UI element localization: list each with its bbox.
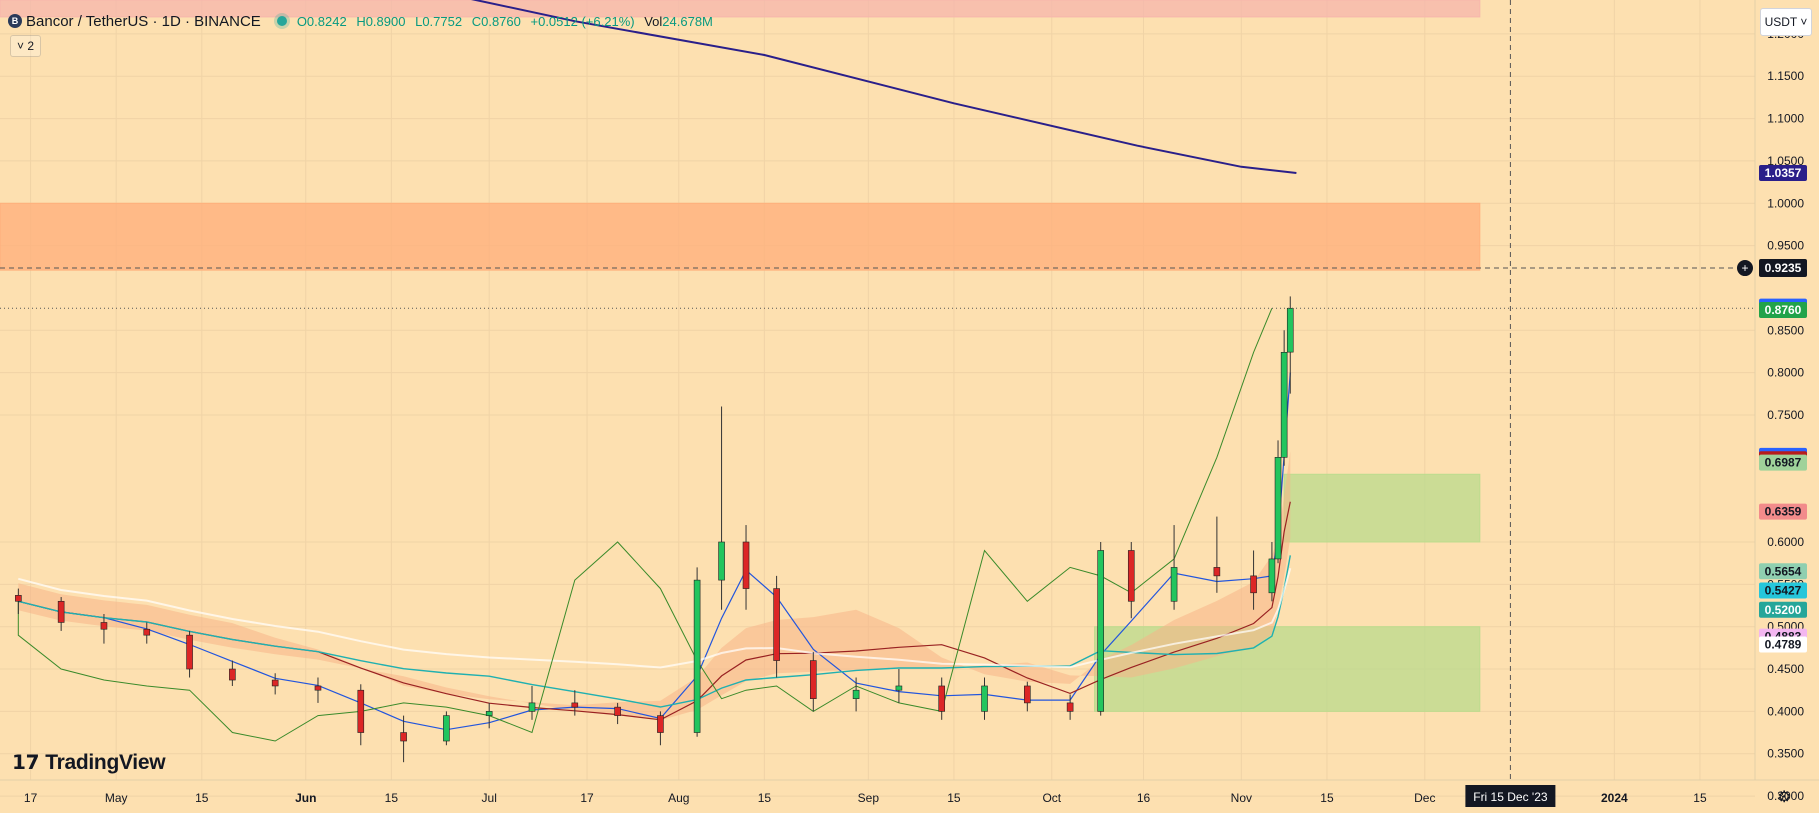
candle-body bbox=[400, 732, 407, 742]
indicators-toggle-button[interactable]: ˅ 2 bbox=[10, 35, 42, 57]
candle-body bbox=[773, 588, 780, 661]
candle-body bbox=[1097, 550, 1104, 712]
candle-body bbox=[100, 622, 108, 630]
candle-body bbox=[186, 634, 193, 670]
candle-body bbox=[1170, 567, 1178, 602]
time-tick-label: 15 bbox=[195, 791, 209, 805]
time-tick-label: Oct bbox=[1042, 791, 1061, 805]
crosshair-date-label: Fri 15 Dec '23 bbox=[1473, 790, 1548, 804]
time-tick-label: 17 bbox=[24, 791, 38, 805]
candle-body bbox=[895, 685, 903, 691]
price-label: 0.6987 bbox=[1765, 456, 1802, 470]
price-tick-label: 0.8000 bbox=[1767, 366, 1804, 380]
time-tick-label: Nov bbox=[1231, 791, 1252, 805]
price-tick-label: 0.4500 bbox=[1767, 662, 1804, 676]
candle-body bbox=[571, 702, 579, 708]
time-tick-label: 15 bbox=[1693, 791, 1707, 805]
zone-support-upper bbox=[1283, 473, 1481, 543]
time-tick-label: 17 bbox=[580, 791, 594, 805]
symbol-header[interactable]: B Bancor / TetherUS · 1D · BINANCE O0.82… bbox=[8, 10, 713, 32]
price-label: 0.5200 bbox=[1765, 603, 1802, 617]
change-value: +0.0512 (+6.21%) bbox=[530, 13, 635, 29]
price-tick-label: 0.8500 bbox=[1767, 323, 1804, 337]
time-tick-label: 15 bbox=[758, 791, 772, 805]
price-tick-label: 0.7500 bbox=[1767, 408, 1804, 422]
tradingview-logo: 𝟭𝟳 TradingView bbox=[12, 750, 166, 775]
candle-body bbox=[981, 685, 988, 712]
time-tick-label: 16 bbox=[1137, 791, 1151, 805]
tradingview-wordmark: TradingView bbox=[45, 750, 166, 774]
candle-body bbox=[852, 689, 860, 699]
candle-body bbox=[15, 595, 22, 602]
candle-body bbox=[693, 579, 701, 733]
price-tick-label: 1.1000 bbox=[1767, 112, 1804, 126]
candle-body bbox=[314, 685, 322, 691]
settings-gear-icon[interactable]: ⚙ bbox=[1777, 787, 1791, 807]
candle-body bbox=[718, 541, 725, 581]
candle-body bbox=[357, 689, 365, 733]
time-tick-label: Aug bbox=[668, 791, 689, 805]
time-tick-label: 15 bbox=[385, 791, 399, 805]
time-tick-label: Jun bbox=[295, 791, 316, 805]
price-tick-label: 0.9500 bbox=[1767, 239, 1804, 253]
candle-body bbox=[1268, 558, 1276, 594]
price-label: 0.5427 bbox=[1765, 584, 1802, 598]
price-tick-label: 1.0000 bbox=[1767, 196, 1804, 210]
candle-body bbox=[1024, 685, 1031, 704]
volume-value: 24.678M bbox=[662, 13, 713, 29]
candle-body bbox=[1280, 351, 1288, 458]
candle-body bbox=[1274, 457, 1282, 560]
time-tick-label: 15 bbox=[947, 791, 961, 805]
time-tick-label: 2024 bbox=[1601, 791, 1628, 805]
price-label: 0.4789 bbox=[1765, 638, 1802, 652]
low-value: L0.7752 bbox=[415, 13, 463, 29]
candle-body bbox=[742, 541, 750, 589]
ohlc-values: O0.8242 H0.8900 L0.7752 C0.8760 +0.0512 … bbox=[297, 14, 713, 29]
candle-body bbox=[143, 628, 151, 636]
price-tick-label: 0.6000 bbox=[1767, 535, 1804, 549]
symbol-title[interactable]: Bancor / TetherUS · 1D · BINANCE bbox=[26, 13, 261, 30]
time-tick-label: Sep bbox=[858, 791, 880, 805]
candle-body bbox=[528, 702, 536, 712]
candle-body bbox=[1066, 702, 1074, 712]
candle-body bbox=[229, 668, 236, 681]
time-tick-label: May bbox=[105, 791, 128, 805]
price-label: 0.8760 bbox=[1765, 303, 1802, 317]
candle-body bbox=[57, 600, 65, 623]
candle-body bbox=[1127, 550, 1135, 602]
zone-resistance bbox=[0, 202, 1481, 271]
candle-body bbox=[1286, 307, 1294, 353]
close-value: C0.8760 bbox=[471, 13, 521, 29]
price-label: 0.5654 bbox=[1765, 564, 1802, 578]
candle-body bbox=[1213, 567, 1221, 577]
candle-body bbox=[657, 715, 664, 733]
chart-background bbox=[0, 0, 1819, 813]
add-alert-plus: + bbox=[1741, 261, 1748, 275]
market-open-icon bbox=[276, 16, 287, 26]
high-value: H0.8900 bbox=[356, 13, 406, 29]
time-tick-label: Jul bbox=[482, 791, 497, 805]
open-value: O0.8242 bbox=[296, 13, 347, 29]
crosshair-price-label: 0.9235 bbox=[1765, 261, 1802, 275]
price-chart[interactable]: 1.20001.15001.10001.05001.00000.95000.85… bbox=[0, 0, 1819, 813]
time-tick-label: Dec bbox=[1414, 791, 1435, 805]
candle-body bbox=[1250, 575, 1257, 594]
candle-body bbox=[809, 660, 817, 699]
candle-body bbox=[271, 679, 279, 687]
price-label: 1.0357 bbox=[1765, 166, 1802, 180]
tradingview-mark-icon: 𝟭𝟳 bbox=[12, 752, 40, 774]
price-tick-label: 0.3500 bbox=[1767, 747, 1804, 761]
price-tick-label: 0.4000 bbox=[1767, 704, 1804, 718]
currency-selector[interactable]: USDT ˅ bbox=[1760, 8, 1812, 36]
candle-body bbox=[443, 715, 450, 742]
candle-body bbox=[938, 685, 946, 712]
candle-body bbox=[485, 711, 493, 716]
volume-label: Vol bbox=[644, 13, 663, 29]
time-tick-label: 15 bbox=[1320, 791, 1334, 805]
bancor-logo-icon: B bbox=[8, 14, 22, 28]
candle-body bbox=[614, 706, 621, 716]
price-tick-label: 1.1500 bbox=[1767, 69, 1804, 83]
price-label: 0.6359 bbox=[1765, 505, 1802, 519]
